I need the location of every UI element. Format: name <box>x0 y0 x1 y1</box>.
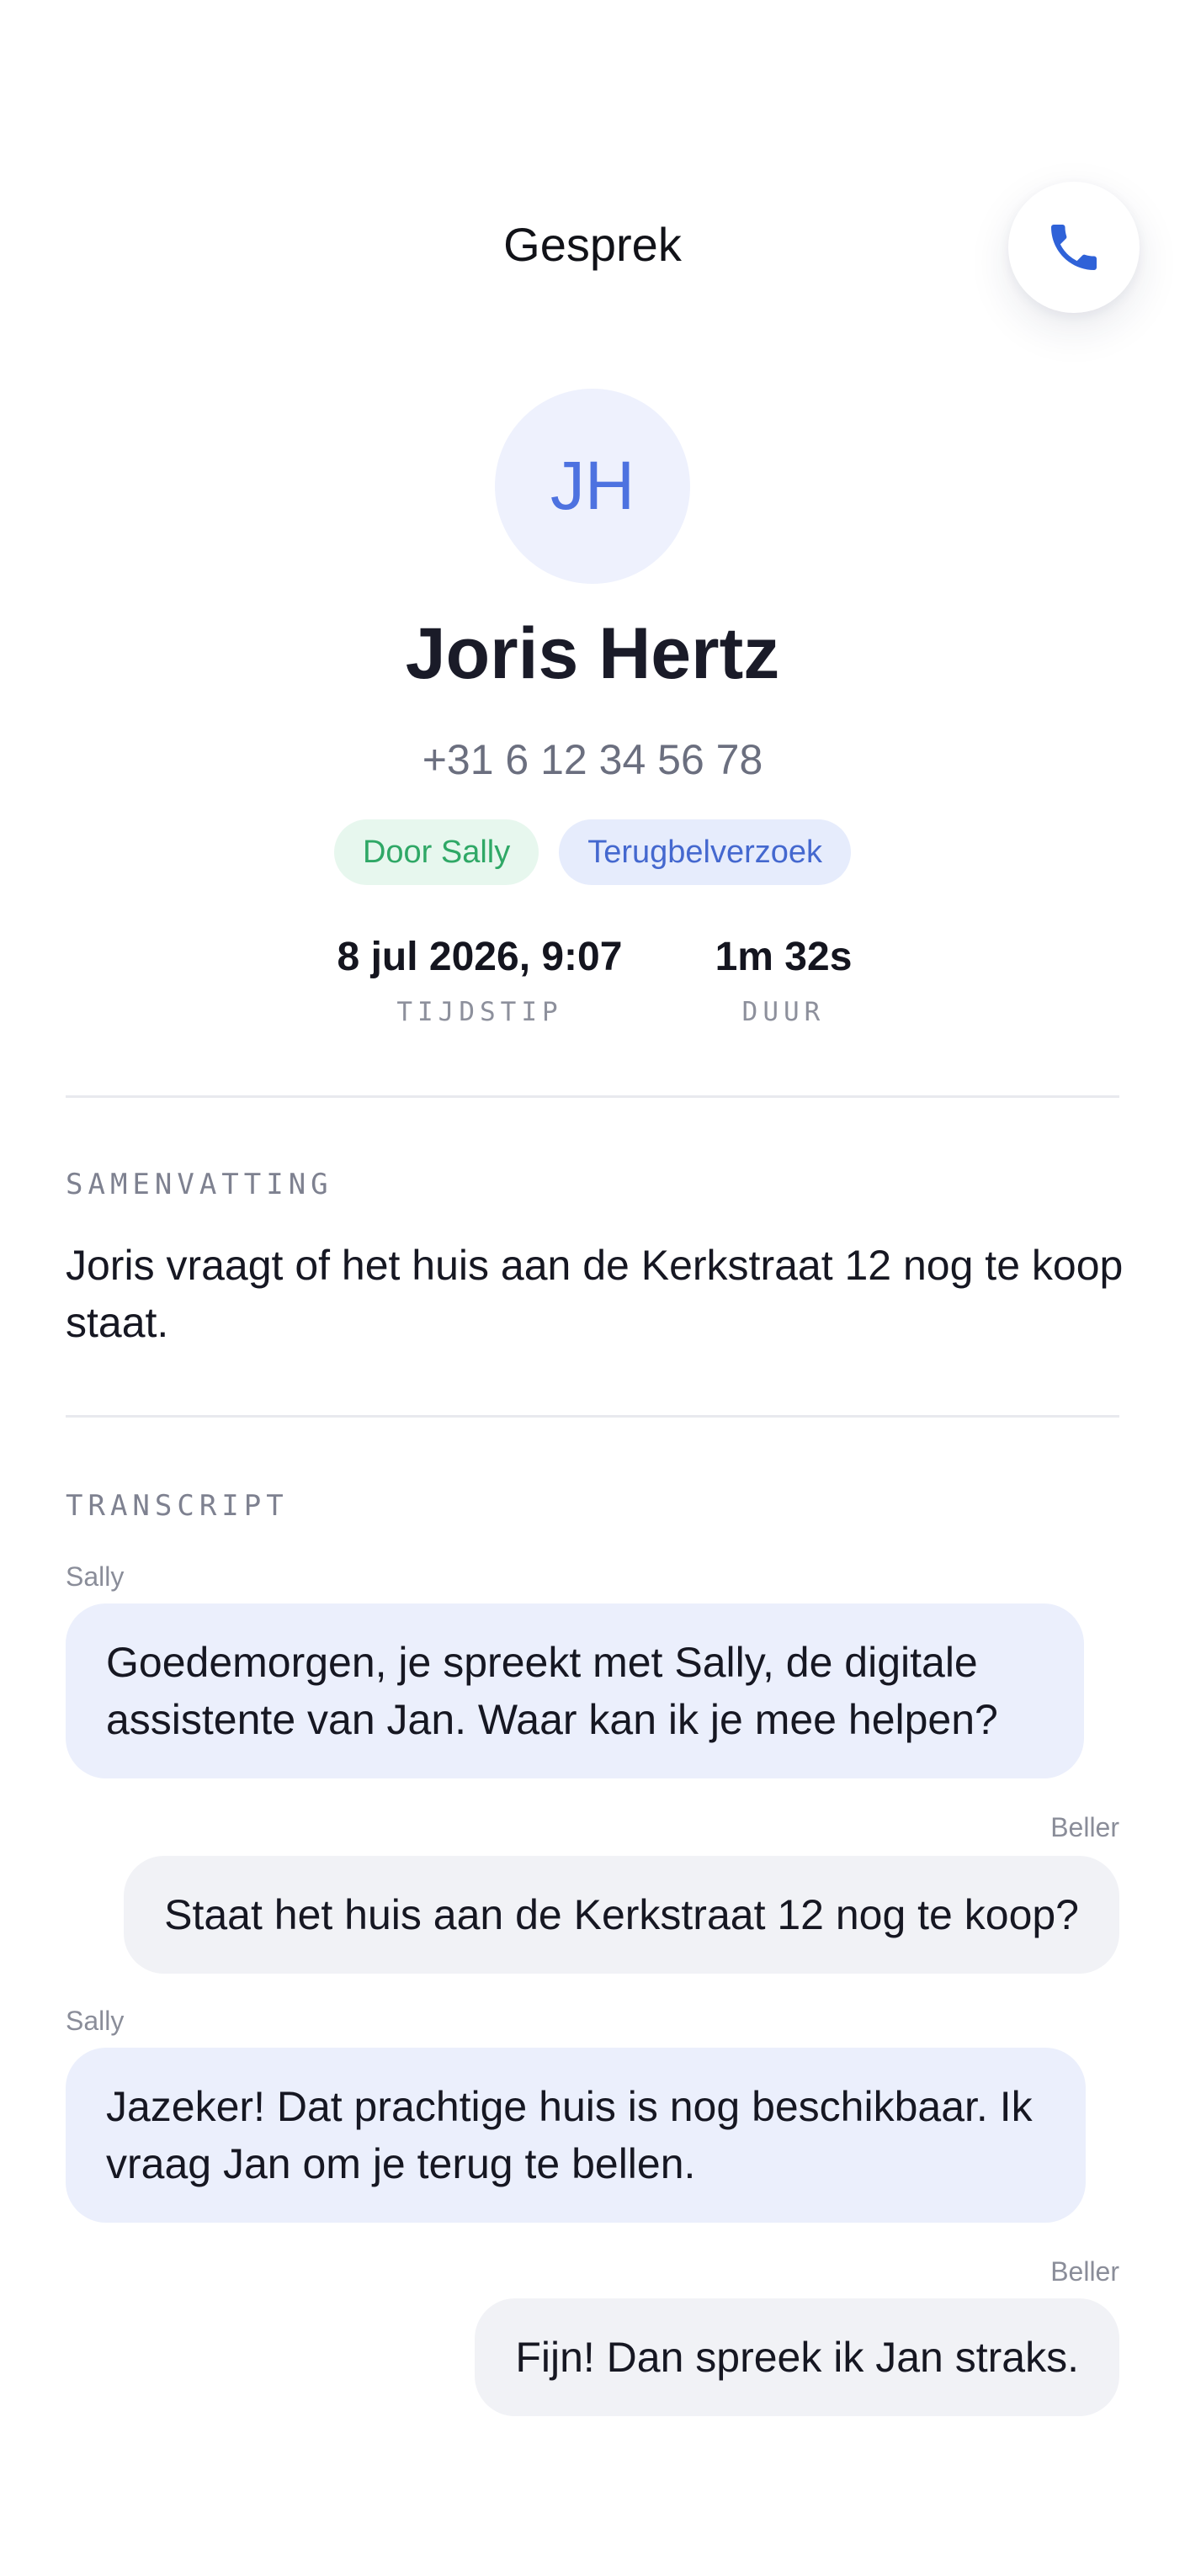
tag-terugbelverzoek: Terugbelverzoek <box>559 819 852 885</box>
speaker-label: Beller <box>1050 1812 1119 1842</box>
message-bubble-sally: Goedemorgen, je spreekt met Sally, de di… <box>66 1603 1084 1778</box>
speaker-label: Sally <box>66 2006 125 2036</box>
header: Gesprek <box>0 0 1185 353</box>
message-bubble-caller: Fijn! Dan spreek ik Jan straks. <box>475 2298 1119 2416</box>
time-label: TIJDSTIP <box>396 997 563 1027</box>
speaker-label: Beller <box>1050 2256 1119 2287</box>
message-bubble-caller: Staat het huis aan de Kerkstraat 12 nog … <box>124 1856 1119 1974</box>
tag-door-sally: Door Sally <box>333 819 539 885</box>
call-button[interactable] <box>1008 182 1140 313</box>
divider <box>66 1415 1119 1418</box>
summary-text: Joris vraagt of het huis aan de Kerkstra… <box>66 1242 1124 1346</box>
transcript-label: TRANSCRIPT <box>66 1489 289 1523</box>
summary-label: SAMENVATTING <box>66 1168 333 1201</box>
contact-phone: +31 6 12 34 56 78 <box>422 736 763 783</box>
page-title: Gesprek <box>503 218 682 271</box>
contact-name: Joris Hertz <box>405 613 780 694</box>
duration-value: 1m 32s <box>715 935 853 979</box>
message-bubble-sally: Jazeker! Dat prachtige huis is nog besch… <box>66 2048 1086 2223</box>
time-value: 8 jul 2026, 9:07 <box>337 935 623 979</box>
meta-duration: 1m 32s DUUR <box>687 934 880 1027</box>
tag-list: Door Sally Terugbelverzoek <box>0 819 1185 885</box>
divider <box>66 1095 1119 1098</box>
avatar: JH <box>495 389 690 584</box>
meta-time: 8 jul 2026, 9:07 TIJDSTIP <box>328 934 631 1027</box>
duration-label: DUUR <box>741 997 826 1027</box>
phone-icon <box>1051 225 1097 270</box>
speaker-label: Sally <box>66 1561 125 1592</box>
